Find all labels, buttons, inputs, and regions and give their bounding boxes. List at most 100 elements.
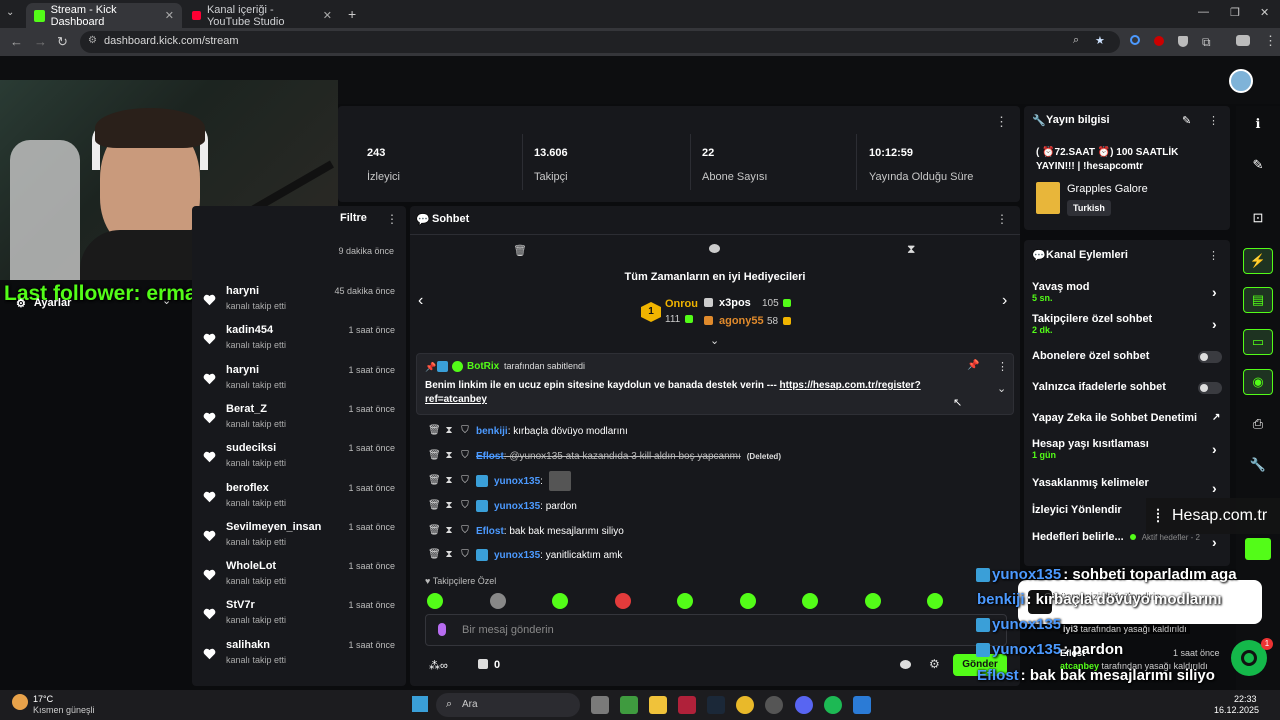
printer-icon[interactable]: ⎙ xyxy=(1243,411,1273,437)
forward-icon[interactable]: → xyxy=(34,34,47,49)
more-options-icon[interactable]: ⋮ xyxy=(386,212,398,226)
shield-icon[interactable]: ⛉ xyxy=(460,476,470,486)
folder-icon[interactable] xyxy=(649,696,667,714)
toggle-switch[interactable] xyxy=(1198,382,1222,394)
emote-button[interactable] xyxy=(802,593,818,609)
app-icon[interactable] xyxy=(853,696,871,714)
steam-icon[interactable] xyxy=(707,696,725,714)
shield-icon[interactable]: ⛉ xyxy=(460,550,470,560)
chrome-icon[interactable] xyxy=(736,696,754,714)
bookmark-star-icon[interactable]: ★ xyxy=(1095,34,1105,47)
menu-icon[interactable]: ⋮ xyxy=(1264,33,1277,49)
more-options-icon[interactable]: ⋮ xyxy=(995,114,1008,130)
new-tab-button[interactable]: + xyxy=(348,6,356,22)
channel-action-item[interactable]: Yapay Zeka ile Sohbet Denetimi ↗ xyxy=(1032,412,1222,440)
chat-username[interactable]: benkiji xyxy=(476,426,508,437)
maximize-icon[interactable]: ❐ xyxy=(1230,6,1240,19)
game-name[interactable]: Grapples Galore xyxy=(1067,183,1148,195)
toggle-switch[interactable] xyxy=(1198,351,1222,363)
url-field[interactable]: ⚙ dashboard.kick.com/stream ⌕ ★ xyxy=(80,31,1120,53)
close-window-icon[interactable]: ✕ xyxy=(1260,6,1269,19)
follower-name[interactable]: haryni xyxy=(226,364,259,376)
discord-icon[interactable] xyxy=(795,696,813,714)
emote-button[interactable] xyxy=(927,593,943,609)
emote-button[interactable] xyxy=(864,593,881,609)
tab-youtube-studio[interactable]: Kanal içeriği - YouTube Studio ✕ xyxy=(184,3,340,28)
follower-name[interactable]: beroflex xyxy=(226,482,269,494)
follower-name[interactable]: salihakn xyxy=(226,639,270,651)
trash-icon[interactable]: 🗑 xyxy=(428,451,441,461)
close-tab-icon[interactable]: ✕ xyxy=(165,9,174,22)
tab-kick-dashboard[interactable]: Stream - Kick Dashboard ✕ xyxy=(26,3,182,28)
trash-icon[interactable]: 🗑 xyxy=(513,244,527,257)
more-options-icon[interactable]: ⋮ xyxy=(1208,249,1219,262)
plugin-icon[interactable] xyxy=(1245,538,1271,560)
channel-action-item[interactable]: Hesap yaşı kısıtlaması 1 gün › xyxy=(1032,438,1222,466)
edit-icon[interactable]: ✎ xyxy=(1243,152,1273,178)
pin-icon[interactable]: 📌 xyxy=(967,360,979,371)
follower-name[interactable]: kadin454 xyxy=(226,324,273,336)
weather-icon[interactable] xyxy=(12,694,28,710)
site-info-icon[interactable]: ⚙ xyxy=(88,35,97,46)
microphone-icon[interactable] xyxy=(438,623,446,636)
prev-arrow-icon[interactable]: ‹ xyxy=(418,292,423,310)
chat-username[interactable]: Eflost xyxy=(476,526,504,537)
minecraft-icon[interactable] xyxy=(620,696,638,714)
next-arrow-icon[interactable]: › xyxy=(1002,292,1007,310)
lightning-icon[interactable]: ⚡ xyxy=(1243,248,1273,274)
hourglass-icon[interactable]: ⧗ xyxy=(444,476,454,486)
extension-icon[interactable] xyxy=(1154,36,1164,46)
store-icon[interactable] xyxy=(478,659,488,669)
back-icon[interactable]: ← xyxy=(10,34,23,49)
chat-icon[interactable]: ▭ xyxy=(1243,329,1273,355)
chevron-down-icon[interactable]: ⌄ xyxy=(162,294,171,307)
more-options-icon[interactable]: ⋮ xyxy=(1208,114,1219,127)
chevron-down-icon[interactable]: ⌄ xyxy=(997,382,1006,395)
chat-username[interactable]: yunox135 xyxy=(494,550,540,561)
clipboard-icon[interactable]: ▤ xyxy=(1243,287,1273,313)
chat-username[interactable]: Eflost xyxy=(476,451,504,462)
hourglass-icon[interactable]: ⧗ xyxy=(907,242,915,257)
info-icon[interactable]: ℹ xyxy=(1243,111,1273,137)
shield-icon[interactable]: ⛉ xyxy=(460,426,470,436)
shield-icon[interactable]: ⛉ xyxy=(460,526,470,536)
wrench-icon[interactable]: 🔧 xyxy=(1243,452,1273,478)
follower-name[interactable]: Sevilmeyen_insan xyxy=(226,521,321,533)
taskbar-search[interactable]: ⌕ Ara xyxy=(436,693,580,717)
chat-settings-icon[interactable] xyxy=(900,660,911,669)
channel-action-item[interactable]: Hedefleri belirle... Aktif hedefler - 2 › xyxy=(1032,531,1222,559)
chat-input[interactable]: Bir mesaj gönderin xyxy=(425,614,1007,646)
emote-button[interactable] xyxy=(739,593,756,609)
app-icon[interactable] xyxy=(678,696,696,714)
channel-action-item[interactable]: Yalnızca ifadelerle sohbet xyxy=(1032,381,1222,409)
follower-name[interactable]: StV7r xyxy=(226,599,255,611)
channel-action-item[interactable]: Yavaş mod 5 sn. › xyxy=(1032,281,1222,309)
windows-start-icon[interactable] xyxy=(412,696,428,712)
camera-icon[interactable]: ⊡ xyxy=(1243,205,1273,231)
more-options-icon[interactable]: ⋮ xyxy=(996,212,1008,226)
gear-icon[interactable]: ⚙ xyxy=(929,657,940,671)
shield-icon[interactable]: ⛉ xyxy=(460,501,470,511)
zoom-icon[interactable]: ⌕ xyxy=(1073,34,1079,47)
follower-name[interactable]: WholeLot xyxy=(226,560,276,572)
trash-icon[interactable]: 🗑 xyxy=(428,501,441,511)
hourglass-icon[interactable]: ⧗ xyxy=(444,526,454,536)
hourglass-icon[interactable]: ⧗ xyxy=(444,426,454,436)
avatar[interactable] xyxy=(1229,69,1253,93)
emote-button[interactable] xyxy=(427,593,443,609)
channel-action-item[interactable]: Takipçilere özel sohbet 2 dk. › xyxy=(1032,313,1222,341)
broadcast-icon[interactable]: ◉ xyxy=(1243,369,1273,395)
close-tab-icon[interactable]: ✕ xyxy=(323,9,332,22)
follower-name[interactable]: Berat_Z xyxy=(226,403,267,415)
channel-action-item[interactable]: Abonelere özel sohbet xyxy=(1032,350,1222,378)
hourglass-icon[interactable]: ⧗ xyxy=(444,451,454,461)
chat-username[interactable]: yunox135 xyxy=(494,501,540,512)
follower-name[interactable]: haryni xyxy=(226,285,259,297)
reload-icon[interactable]: ↻ xyxy=(57,34,68,50)
profile-icon[interactable] xyxy=(1236,35,1250,46)
edit-icon[interactable]: ✎ xyxy=(1182,114,1191,127)
shield-extension-icon[interactable] xyxy=(1178,36,1188,47)
emote-button[interactable] xyxy=(552,593,568,609)
hourglass-icon[interactable]: ⧗ xyxy=(444,550,454,560)
trash-icon[interactable]: 🗑 xyxy=(428,526,441,536)
